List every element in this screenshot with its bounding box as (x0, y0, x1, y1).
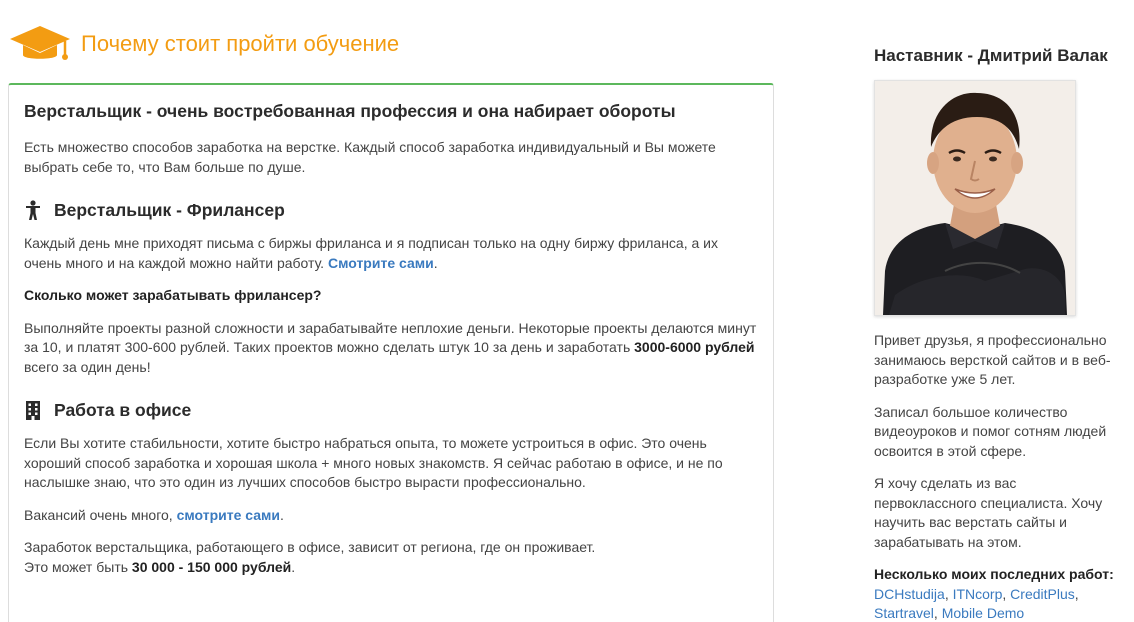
office-text: Если Вы хотите стабильности, хотите быст… (24, 435, 723, 490)
mentor-intro: Привет друзья, я профессионально занимаю… (874, 332, 1111, 387)
vacancies-end: . (280, 506, 284, 523)
page-title: Почему стоит пройти обучение (81, 31, 400, 56)
mentor-title: Наставник - Дмитрий Валак (874, 46, 1108, 65)
office-building-icon (24, 400, 42, 420)
freelance-earnings-end: всего за один день! (24, 358, 151, 375)
person-icon (24, 200, 42, 220)
works-separator: , (1074, 585, 1079, 602)
intro-text: Есть множество способов заработка на вер… (24, 139, 716, 175)
salary-text: Заработок верстальщика, работающего в оф… (24, 538, 757, 577)
mentor-experience: Записал большое количество видеоуроков и… (874, 403, 1107, 459)
office-heading: Работа в офисе (24, 397, 757, 423)
freelance-text-end: . (433, 254, 438, 271)
work-link-dchstudija[interactable]: DCHstudija (874, 586, 945, 602)
salary-end: . (291, 558, 296, 575)
mentor-goal: Я хочу сделать из вас первоклассного спе… (874, 475, 1103, 550)
work-link-creditplus[interactable]: CreditPlus (1010, 586, 1075, 602)
graduation-cap-icon (8, 22, 72, 66)
freelance-heading: Верстальщик - Фрилансер (24, 197, 757, 223)
section-header: Почему стоит пройти обучение (8, 22, 399, 66)
page: Почему стоит пройти обучение Верстальщик… (0, 0, 1134, 622)
works-separator: , (933, 605, 942, 621)
mentor-sidebar: Наставник - Дмитрий Валак Привет друзья,… (874, 44, 1126, 622)
vacancies-text: Вакансий очень много, смотрите сами. (24, 506, 757, 526)
works-title: Несколько моих последних работ: (874, 566, 1114, 582)
work-link-startravel[interactable]: Startravel (874, 605, 934, 621)
salary-amount: 30 000 - 150 000 рублей (131, 558, 292, 575)
works-separator: , (1002, 585, 1011, 602)
freelance-question: Сколько может зарабатывать фрилансер? (24, 287, 322, 303)
work-link-itncorp[interactable]: ITNcorp (953, 586, 1003, 602)
mentor-photo (874, 80, 1076, 316)
salary-line-2: Это может быть (24, 558, 129, 575)
panel-heading: Верстальщик - очень востребованная профе… (24, 101, 676, 121)
vacancies-see-link[interactable]: смотрите сами (177, 507, 280, 523)
freelance-earnings-amount: 3000-6000 рублей (634, 339, 755, 355)
freelance-heading-text: Верстальщик - Фрилансер (54, 200, 285, 220)
office-heading-text: Работа в офисе (54, 400, 192, 420)
works-separator: , (944, 585, 953, 602)
works-list: DCHstudija, ITNcorp, CreditPlus, Startrav… (874, 585, 1114, 622)
content-panel: Верстальщик - очень востребованная профе… (8, 83, 774, 622)
vacancies-body: Вакансий очень много, (24, 506, 173, 523)
work-link-mobile-demo[interactable]: Mobile Demo (942, 605, 1024, 621)
freelance-earnings-text: Выполняйте проекты разной сложности и за… (24, 319, 757, 378)
salary-line-1: Заработок верстальщика, работающего в оф… (24, 539, 596, 555)
freelance-see-link[interactable]: Смотрите сами (328, 255, 434, 271)
freelance-text: Каждый день мне приходят письма с биржы … (24, 234, 757, 273)
